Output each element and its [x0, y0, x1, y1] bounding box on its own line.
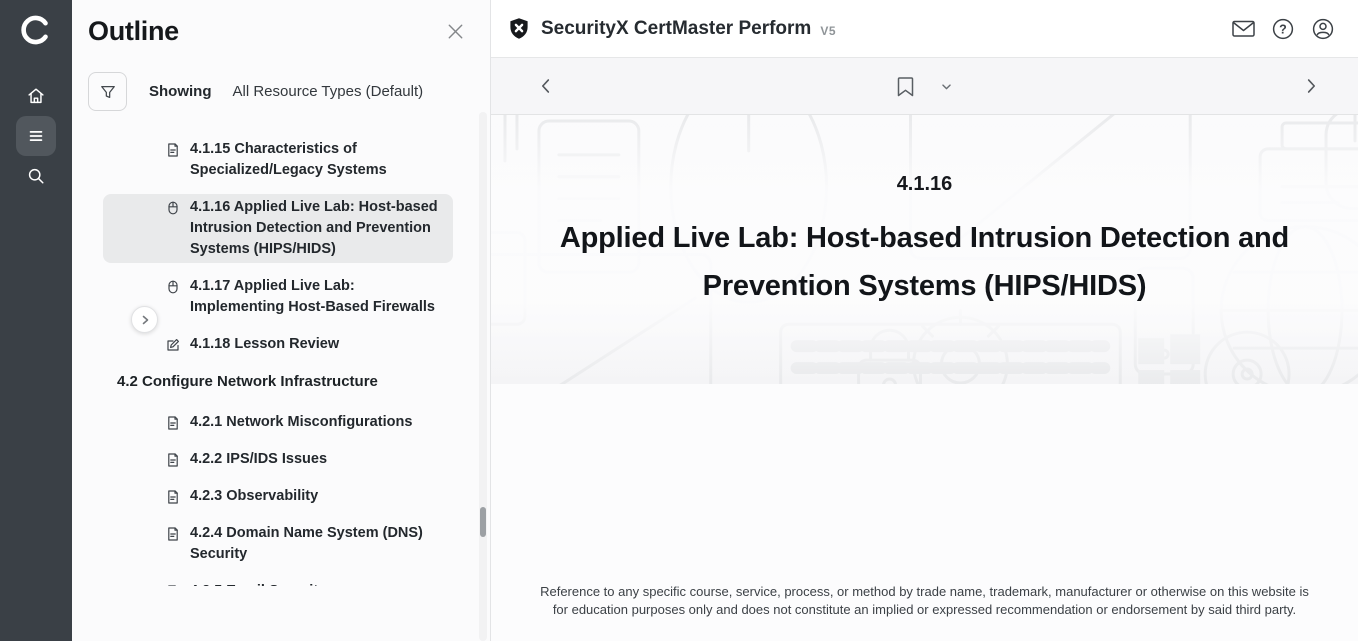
home-icon [25, 85, 47, 107]
svg-text:?: ? [1279, 22, 1287, 36]
help-button[interactable]: ? [1267, 13, 1299, 45]
document-icon [165, 486, 181, 505]
app-window: Outline Showing All Resource Types (Defa… [0, 0, 1358, 641]
filter-selected-value: All Resource Types (Default) [233, 83, 424, 100]
account-button[interactable] [1307, 13, 1339, 45]
version-badge: V5 [820, 24, 836, 38]
bookmark-group [895, 75, 955, 98]
outline-item[interactable]: 4.2.3 Observability [103, 483, 453, 510]
outline-item[interactable]: 4.2.2 IPS/IDS Issues [103, 446, 453, 473]
document-icon [165, 581, 181, 586]
outline-item-label: 4.2.4 Domain Name System (DNS) Security [190, 523, 443, 565]
bookmark-icon[interactable] [895, 75, 916, 98]
account-icon [1311, 17, 1335, 41]
chevron-down-icon[interactable] [938, 78, 955, 95]
forward-chevron-icon[interactable] [1300, 75, 1322, 97]
outline-item[interactable]: 4.1.16 Applied Live Lab: Host-based Intr… [103, 194, 453, 263]
menu-icon [25, 125, 47, 147]
outline-item-label: 4.1.15 Characteristics of Specialized/Le… [190, 139, 443, 181]
outline-item-label: 4.2.1 Network Misconfigurations [190, 412, 412, 433]
mail-icon [1231, 18, 1256, 39]
outline-list: 4.1.15 Characteristics of Specialized/Le… [72, 136, 490, 586]
disclaimer-text: Reference to any specific course, servic… [531, 583, 1318, 619]
document-icon [165, 139, 181, 158]
left-icon-rail [0, 0, 72, 641]
outline-item[interactable]: 4.2.1 Network Misconfigurations [103, 409, 453, 436]
app-header: SecurityX CertMaster Perform V5 ? [491, 0, 1358, 58]
edit-icon [165, 334, 181, 353]
outline-item[interactable]: 4.1.18 Lesson Review [103, 331, 453, 358]
search-icon [25, 165, 47, 187]
document-icon [165, 523, 181, 542]
outline-panel: Outline Showing All Resource Types (Defa… [72, 0, 491, 641]
mouse-icon [165, 197, 181, 216]
outline-item-label: 4.2.3 Observability [190, 486, 318, 507]
mail-button[interactable] [1227, 13, 1259, 45]
page-footer: Reference to any specific course, servic… [491, 583, 1358, 641]
mouse-icon [165, 276, 181, 295]
lesson-toolbar [491, 58, 1358, 115]
home-button[interactable] [16, 76, 56, 116]
lesson-banner: 4.1.16 Applied Live Lab: Host-based Intr… [491, 115, 1358, 384]
banner-text: 4.1.16 Applied Live Lab: Host-based Intr… [491, 115, 1358, 310]
outline-item-label: 4.2.5 Email Security [190, 581, 326, 586]
outline-item-label: 4.1.16 Applied Live Lab: Host-based Intr… [190, 197, 443, 260]
content-space [491, 384, 1358, 583]
document-icon [165, 412, 181, 431]
expand-right-icon [138, 313, 152, 327]
back-chevron-icon[interactable] [535, 75, 557, 97]
collapse-panel-button[interactable] [131, 306, 158, 333]
comptia-logo[interactable] [16, 10, 56, 50]
product-title: SecurityX CertMaster Perform [541, 18, 811, 40]
shield-x-icon [508, 17, 530, 40]
outline-item-label: 4.1.18 Lesson Review [190, 334, 339, 355]
outline-item[interactable]: 4.1.15 Characteristics of Specialized/Le… [103, 136, 453, 184]
outline-header: Outline [72, 0, 490, 47]
outline-scrollbar-thumb[interactable] [480, 507, 486, 537]
outline-item-label: 4.2.2 IPS/IDS Issues [190, 449, 327, 470]
outline-menu-button[interactable] [16, 116, 56, 156]
filter-button[interactable] [88, 72, 127, 111]
outline-item[interactable]: 4.2.5 Email Security [103, 578, 453, 586]
outline-scrollbar-track[interactable] [479, 112, 487, 641]
lesson-number: 4.1.16 [491, 173, 1358, 196]
filter-icon [98, 82, 118, 102]
outline-item[interactable]: 4.2.4 Domain Name System (DNS) Security [103, 520, 453, 568]
outline-section-header: 4.2 Configure Network Infrastructure [117, 368, 452, 395]
close-icon[interactable] [445, 21, 466, 42]
showing-label: Showing [149, 83, 212, 100]
document-icon [165, 449, 181, 468]
outline-panel-title: Outline [88, 16, 179, 47]
outline-item-label: 4.1.17 Applied Live Lab: Implementing Ho… [190, 276, 443, 318]
help-icon: ? [1271, 17, 1295, 41]
search-button[interactable] [16, 156, 56, 196]
lesson-title: Applied Live Lab: Host-based Intrusion D… [491, 214, 1358, 310]
resource-filter: Showing All Resource Types (Default) [88, 72, 490, 111]
main-content: SecurityX CertMaster Perform V5 ? [491, 0, 1358, 641]
